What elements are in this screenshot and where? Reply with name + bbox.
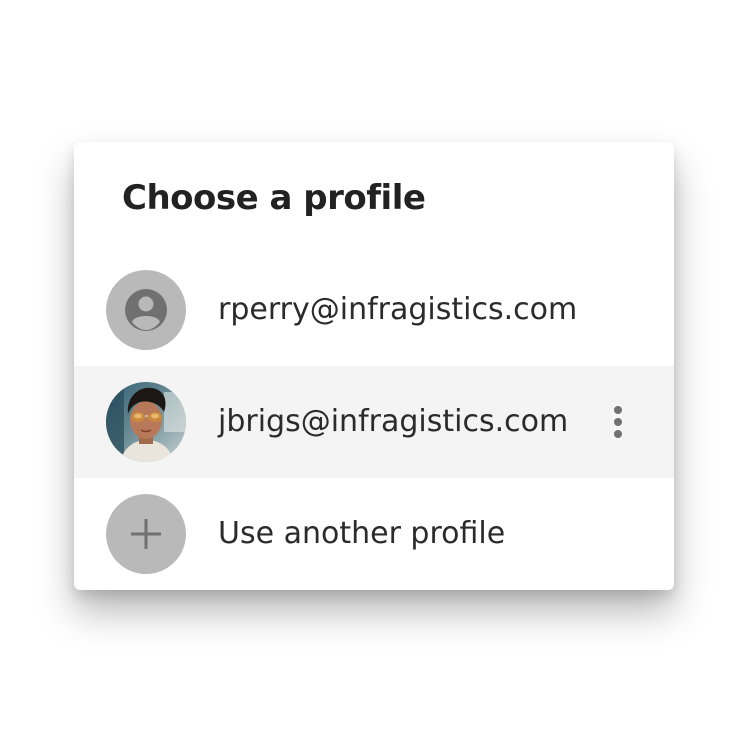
profile-item-jbrigs[interactable]: jbrigs@infragistics.com bbox=[74, 366, 674, 478]
add-profile-label: Use another profile bbox=[218, 516, 506, 551]
more-vertical-icon bbox=[614, 406, 622, 438]
more-options-button[interactable] bbox=[602, 402, 634, 442]
profile-email: jbrigs@infragistics.com bbox=[218, 404, 569, 439]
profile-email: rperry@infragistics.com bbox=[218, 292, 578, 327]
plus-icon bbox=[131, 519, 161, 549]
profile-chooser-dialog: Choose a profile rperry@infragistics.com bbox=[74, 142, 674, 590]
dialog-title: Choose a profile bbox=[122, 178, 426, 218]
add-profile-avatar bbox=[106, 494, 186, 574]
user-photo bbox=[106, 382, 186, 462]
avatar bbox=[106, 270, 186, 350]
avatar bbox=[106, 382, 186, 462]
account-circle-icon bbox=[125, 289, 167, 331]
add-profile-item[interactable]: Use another profile bbox=[74, 478, 674, 590]
profile-list: rperry@infragistics.com jbrigs@infragist… bbox=[74, 254, 674, 590]
profile-item-rperry[interactable]: rperry@infragistics.com bbox=[74, 254, 674, 366]
